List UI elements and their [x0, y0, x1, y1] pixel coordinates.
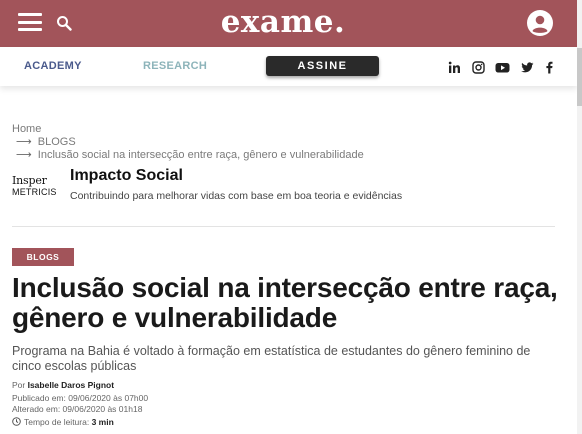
article-author: Por Isabelle Daros Pignot: [12, 380, 114, 390]
logo-line-1: Insper: [12, 174, 47, 187]
breadcrumb-current-label: Inclusão social na intersecção entre raç…: [37, 149, 364, 161]
youtube-icon[interactable]: [495, 61, 510, 74]
reading-time-label: Tempo de leitura:: [24, 417, 92, 427]
breadcrumb-home[interactable]: Home: [12, 123, 41, 135]
blog-subtitle: Contribuindo para melhorar vidas com bas…: [70, 190, 403, 202]
published-date: Publicado em: 09/06/2020 às 07h00: [12, 393, 149, 403]
nav-research-link[interactable]: RESEARCH: [143, 60, 207, 72]
secondary-nav: ACADEMY RESEARCH ASSINE: [0, 47, 577, 86]
linkedin-icon[interactable]: [448, 61, 461, 74]
updated-date: Alterado em: 09/06/2020 às 01h18: [12, 404, 143, 414]
blog-title[interactable]: Impacto Social: [70, 167, 183, 185]
facebook-icon[interactable]: [543, 61, 556, 74]
page-scrollbar[interactable]: [577, 0, 582, 434]
insper-metricis-logo[interactable]: Insper METRICIS: [12, 175, 58, 199]
breadcrumb-current[interactable]: ⟶ Inclusão social na intersecção entre ra…: [16, 149, 364, 161]
twitter-icon[interactable]: [521, 61, 534, 74]
nav-academy-link[interactable]: ACADEMY: [24, 60, 82, 72]
subscribe-button[interactable]: ASSINE: [266, 56, 379, 76]
category-badge[interactable]: BLOGS: [12, 248, 74, 266]
reading-time-value: 3 min: [91, 417, 114, 427]
article-lead: Programa na Bahia é voltado à formação e…: [12, 344, 531, 373]
hamburger-menu-icon[interactable]: [18, 12, 42, 32]
top-bar: exame.: [0, 0, 582, 47]
exame-logo[interactable]: exame.: [208, 3, 358, 41]
instagram-icon[interactable]: [472, 61, 485, 74]
logo-line-2: METRICIS: [12, 187, 57, 197]
breadcrumb-blogs-label: BLOGS: [37, 136, 76, 148]
arrow-right-icon: ⟶: [16, 149, 32, 161]
reading-time: Tempo de leitura: 3 min: [12, 417, 114, 427]
breadcrumb-blogs[interactable]: ⟶ BLOGS: [16, 136, 76, 148]
author-prefix: Por: [12, 380, 28, 390]
article-headline: Inclusão social na intersecção entre raç…: [12, 272, 558, 333]
search-icon[interactable]: [56, 15, 72, 31]
author-name[interactable]: Isabelle Daros Pignot: [28, 380, 114, 390]
user-account-icon[interactable]: [527, 10, 553, 36]
clock-icon: [12, 417, 21, 426]
arrow-right-icon: ⟶: [16, 136, 32, 148]
divider: [12, 226, 555, 227]
